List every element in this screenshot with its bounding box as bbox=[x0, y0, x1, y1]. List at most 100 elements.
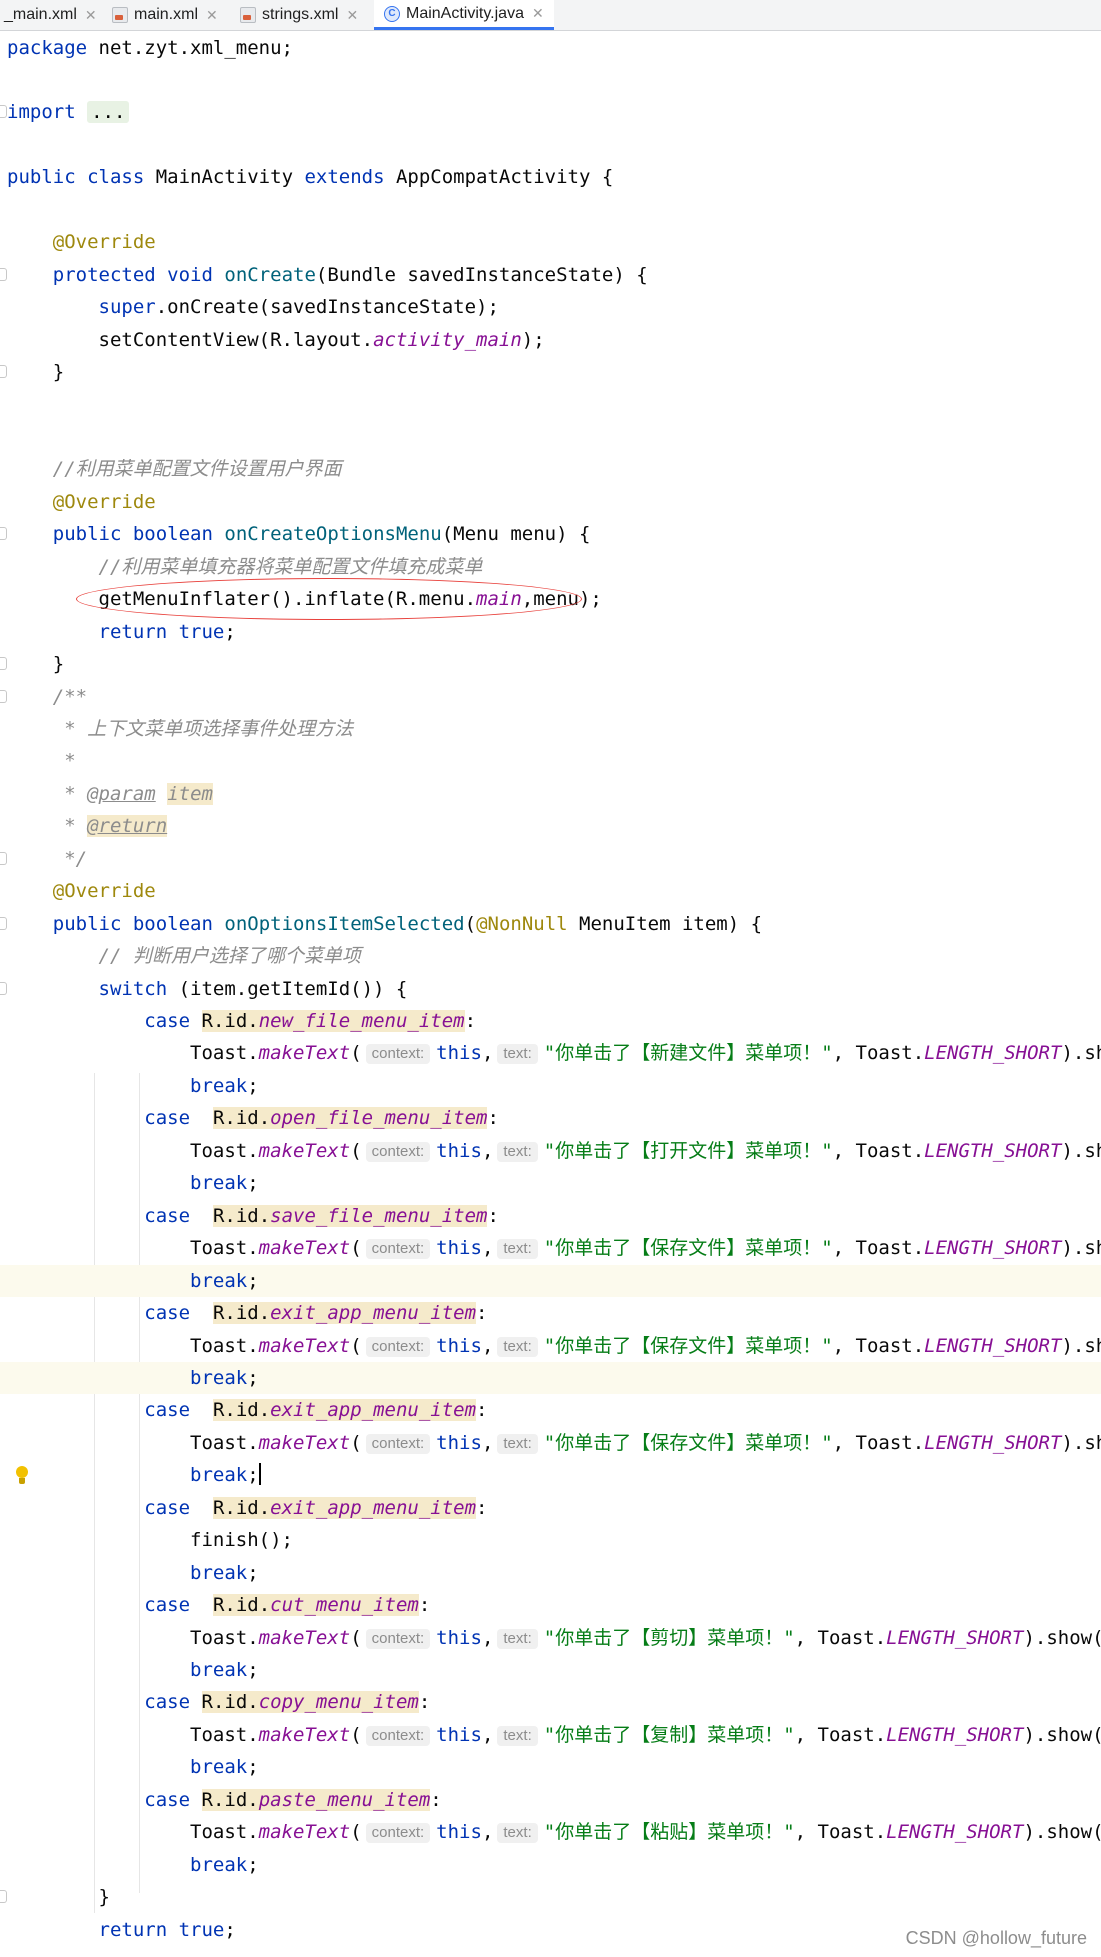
code-line[interactable]: } bbox=[0, 648, 1101, 680]
code-line[interactable]: finish(); bbox=[0, 1524, 1101, 1556]
fold-marker-icon[interactable] bbox=[0, 527, 7, 541]
code-line[interactable]: @Override bbox=[0, 875, 1101, 907]
code-line[interactable] bbox=[0, 388, 1101, 420]
code-line[interactable]: Toast.makeText(context: this, text: "你单击了【保… bbox=[0, 1427, 1101, 1459]
code-line[interactable]: Toast.makeText(context: this, text: "你单击了【复… bbox=[0, 1719, 1101, 1751]
close-icon[interactable]: ✕ bbox=[532, 5, 544, 22]
code-line[interactable] bbox=[0, 421, 1101, 453]
code-line[interactable]: public boolean onCreateOptionsMenu(Menu … bbox=[0, 518, 1101, 550]
code-token: ( bbox=[350, 1237, 362, 1260]
code-line[interactable]: //利用菜单填充器将菜单配置文件填充成菜单 bbox=[0, 551, 1101, 583]
code-line[interactable]: Toast.makeText(context: this, text: "你单击了【粘… bbox=[0, 1816, 1101, 1848]
code-token: ).show(); bbox=[1023, 1821, 1101, 1844]
code-token: , bbox=[481, 1237, 494, 1260]
code-line[interactable]: Toast.makeText(context: this, text: "你单击了【剪… bbox=[0, 1622, 1101, 1654]
code-line[interactable]: @Override bbox=[0, 226, 1101, 258]
code-line[interactable]: } bbox=[0, 356, 1101, 388]
code-line[interactable]: @Override bbox=[0, 486, 1101, 518]
code-line[interactable]: Toast.makeText(context: this, text: "你单击了【保… bbox=[0, 1330, 1101, 1362]
code-editor[interactable]: package net.zyt.xml_menu;import ... publi… bbox=[0, 31, 1101, 1957]
code-token: package bbox=[7, 36, 88, 59]
code-line[interactable]: Toast.makeText(context: this, text: "你单击了【打… bbox=[0, 1135, 1101, 1167]
code-line[interactable]: case R.id.paste_menu_item: bbox=[0, 1784, 1101, 1816]
code-line[interactable]: case R.id.exit_app_menu_item: bbox=[0, 1492, 1101, 1524]
fold-marker-icon[interactable] bbox=[0, 365, 7, 378]
code-line[interactable]: * @return bbox=[0, 810, 1101, 842]
code-line[interactable]: * bbox=[0, 745, 1101, 777]
code-line[interactable]: switch (item.getItemId()) { bbox=[0, 973, 1101, 1005]
code-line[interactable]: protected void onCreate(Bundle savedInst… bbox=[0, 259, 1101, 291]
code-line[interactable]: break; bbox=[0, 1167, 1101, 1199]
tab-main-xml[interactable]: main.xml ✕ bbox=[112, 0, 218, 30]
code-line[interactable]: break; bbox=[0, 1654, 1101, 1686]
code-token: Toast. bbox=[190, 1431, 259, 1454]
code-line[interactable]: break; bbox=[0, 1751, 1101, 1783]
code-line[interactable]: break; bbox=[0, 1070, 1101, 1102]
code-token: this bbox=[436, 1821, 482, 1844]
tab-activity-main-xml[interactable]: _main.xml ✕ bbox=[4, 0, 97, 30]
code-line[interactable]: * @param item bbox=[0, 778, 1101, 810]
code-line[interactable]: package net.zyt.xml_menu; bbox=[0, 32, 1101, 64]
fold-marker-icon[interactable] bbox=[0, 851, 7, 865]
code-line[interactable]: //利用菜单配置文件设置用户界面 bbox=[0, 453, 1101, 485]
code-line[interactable]: public class MainActivity extends AppCom… bbox=[0, 161, 1101, 193]
code-line[interactable]: return true; bbox=[0, 616, 1101, 648]
fold-marker-icon[interactable] bbox=[0, 105, 7, 119]
code-line[interactable]: break; bbox=[0, 1459, 1101, 1491]
code-line[interactable]: setContentView(R.layout.activity_main); bbox=[0, 324, 1101, 356]
code-text: case R.id.open_file_menu_item: bbox=[7, 1102, 499, 1134]
code-line[interactable]: */ bbox=[0, 843, 1101, 875]
code-line[interactable]: break; bbox=[0, 1264, 1101, 1297]
fold-marker-icon[interactable] bbox=[0, 981, 7, 995]
code-line[interactable]: case R.id.exit_app_menu_item: bbox=[0, 1297, 1101, 1329]
lightbulb-icon[interactable] bbox=[14, 1466, 30, 1488]
code-line[interactable]: public boolean onOptionsItemSelected(@No… bbox=[0, 908, 1101, 940]
tab-strings-xml[interactable]: strings.xml ✕ bbox=[240, 0, 358, 30]
code-line[interactable]: Toast.makeText(context: this, text: "你单击了【新… bbox=[0, 1037, 1101, 1069]
code-token: : bbox=[430, 1788, 442, 1811]
parameter-hint: context: bbox=[365, 1239, 431, 1260]
code-line[interactable]: break; bbox=[0, 1849, 1101, 1881]
code-line[interactable]: import ... bbox=[0, 96, 1101, 128]
code-line[interactable]: case R.id.exit_app_menu_item: bbox=[0, 1394, 1101, 1426]
parameter-hint: text: bbox=[497, 1725, 538, 1746]
code-line[interactable]: case R.id.open_file_menu_item: bbox=[0, 1102, 1101, 1134]
code-line[interactable] bbox=[0, 64, 1101, 96]
code-token: case bbox=[144, 1010, 191, 1032]
code-line[interactable]: } bbox=[0, 1881, 1101, 1913]
code-text: return true; bbox=[7, 1914, 236, 1946]
code-line[interactable]: case R.id.new_file_menu_item: bbox=[0, 1005, 1101, 1037]
code-token: , Toast. bbox=[832, 1334, 925, 1357]
code-text: package net.zyt.xml_menu; bbox=[7, 32, 293, 64]
code-line[interactable]: super.onCreate(savedInstanceState); bbox=[0, 291, 1101, 323]
code-token: , bbox=[481, 1821, 494, 1844]
close-icon[interactable]: ✕ bbox=[85, 7, 97, 24]
code-line[interactable]: break; bbox=[0, 1557, 1101, 1589]
code-token: * bbox=[52, 815, 88, 838]
code-line[interactable]: break; bbox=[0, 1361, 1101, 1394]
code-line[interactable]: case R.id.cut_menu_item: bbox=[0, 1589, 1101, 1621]
code-line[interactable]: * 上下文菜单项选择事件处理方法 bbox=[0, 713, 1101, 745]
code-line[interactable]: Toast.makeText(context: this, text: "你单击了【保… bbox=[0, 1232, 1101, 1264]
fold-marker-icon[interactable] bbox=[0, 657, 7, 671]
code-line[interactable]: // 判断用户选择了哪个菜单项 bbox=[0, 940, 1101, 972]
fold-marker-icon[interactable] bbox=[0, 1890, 7, 1904]
code-token: @Override bbox=[52, 231, 156, 254]
code-token: LENGTH_SHORT bbox=[924, 1334, 1062, 1357]
code-line[interactable]: case R.id.save_file_menu_item: bbox=[0, 1200, 1101, 1232]
code-line[interactable] bbox=[0, 194, 1101, 226]
fold-marker-icon[interactable] bbox=[0, 267, 7, 281]
code-token: copy_menu_item bbox=[258, 1691, 419, 1714]
code-token: case bbox=[144, 1594, 191, 1617]
code-line[interactable]: /** bbox=[0, 681, 1101, 713]
code-line[interactable]: case R.id.copy_menu_item: bbox=[0, 1686, 1101, 1718]
code-token: : bbox=[476, 1496, 488, 1519]
close-icon[interactable]: ✕ bbox=[346, 7, 358, 24]
fold-marker-icon[interactable] bbox=[0, 689, 7, 703]
code-token: LENGTH_SHORT bbox=[924, 1042, 1062, 1065]
code-token: R.id. bbox=[212, 1107, 271, 1130]
close-icon[interactable]: ✕ bbox=[206, 7, 218, 24]
code-line[interactable] bbox=[0, 129, 1101, 161]
fold-marker-icon[interactable] bbox=[0, 916, 7, 930]
tab-mainactivity-java[interactable]: C MainActivity.java ✕ bbox=[374, 0, 554, 30]
